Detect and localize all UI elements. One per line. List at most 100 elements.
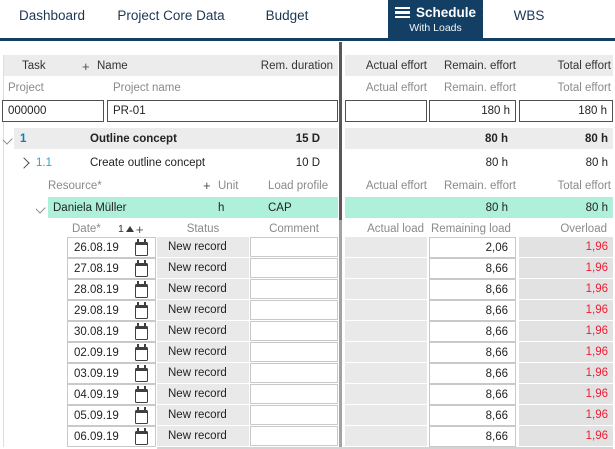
date-field[interactable]: 06.09.19 [67,426,156,447]
project-remain-effort-field[interactable]: 180 h [429,100,516,122]
remaining-load-field[interactable]: 8,66 [429,300,516,321]
overload-cell: 1,96 [519,426,613,446]
calendar-icon[interactable] [135,386,148,403]
remaining-load-field[interactable]: 8,66 [429,426,516,447]
overload-cell: 1,96 [519,405,613,425]
task-row-1[interactable]: 1 Outline concept 15 D 80 h 80 h [0,128,615,150]
comment-field[interactable] [250,363,338,383]
calendar-icon[interactable] [135,365,148,382]
remaining-load-field[interactable]: 8,66 [429,342,516,363]
date-field[interactable]: 26.08.19 [67,237,156,258]
col-header-actual-effort: Actual effort [365,60,427,72]
calendar-icon[interactable] [135,407,148,424]
comment-field[interactable] [250,321,338,341]
resource-remain-effort: 80 h [485,201,508,214]
date-field[interactable]: 27.08.19 [67,258,156,279]
remaining-load-field[interactable]: 2,06 [429,237,516,258]
resource-header-remain-effort: Remain. effort [443,179,516,192]
actual-load-cell [345,321,427,341]
calendar-icon[interactable] [135,323,148,340]
subheader-project-name: Project name [113,82,181,94]
date-field[interactable]: 03.09.19 [67,363,156,384]
resource-row-selected[interactable]: Daniela Müller h CAP 80 h 80 h [0,197,615,218]
date-field[interactable]: 02.09.19 [67,342,156,363]
comment-field[interactable] [250,384,338,404]
overload-cell: 1,96 [519,258,613,278]
tab-budget[interactable]: Budget [255,0,319,30]
calendar-icon[interactable] [135,302,148,319]
comment-field[interactable] [250,300,338,320]
resource-header-actual-effort: Actual effort [365,179,427,192]
load-header-row: Date* 1 + Status Comment Actual load Rem… [0,220,615,238]
actual-load-cell [345,237,427,257]
tab-schedule[interactable]: Schedule × With Loads [388,0,491,38]
resource-unit: h [218,201,225,214]
tabbar-underline [0,38,615,41]
date-field[interactable]: 04.09.19 [67,384,156,405]
add-load-column-button[interactable]: + [136,222,144,237]
menu-icon[interactable] [395,7,410,18]
tab-schedule-subtitle: With Loads [409,21,462,34]
comment-field[interactable] [250,405,338,425]
col-header-actual-load: Actual load [367,223,424,235]
calendar-icon[interactable] [135,281,148,298]
sort-ascending-icon [125,226,134,232]
project-row: 000000 PR-01 180 h 180 h [0,100,615,122]
subheader-project: Project [8,82,44,94]
resource-name: Daniela Müller [53,201,127,214]
load-row: 05.09.19 New record 8,66 1,96 [0,405,615,426]
actual-load-cell [345,384,427,404]
subheader-actual-effort: Actual effort [365,82,427,94]
project-actual-effort-field[interactable] [345,100,427,122]
collapse-chevron-task-1[interactable] [3,128,15,150]
col-header-overload: Overload [560,223,607,235]
comment-field[interactable] [250,426,338,446]
collapse-chevron-resource[interactable] [36,197,48,218]
remaining-load-field[interactable]: 8,66 [429,258,516,279]
remaining-load-field[interactable]: 8,66 [429,363,516,384]
status-cell: New record [157,258,249,278]
tab-dashboard[interactable]: Dashboard [12,0,92,30]
tab-wbs-label: WBS [513,7,545,23]
subheader-remain-effort: Remain. effort [443,82,516,94]
comment-field[interactable] [250,279,338,299]
task-1-1-remain-effort: 80 h [485,156,508,169]
app-window: Dashboard Project Core Data Budget Sched… [0,0,615,449]
project-id-field[interactable]: 000000 [2,100,104,122]
date-field[interactable]: 28.08.19 [67,279,156,300]
remaining-load-field[interactable]: 8,66 [429,279,516,300]
expand-chevron-task-1-1[interactable] [20,152,32,173]
tab-wbs[interactable]: WBS [503,0,555,30]
add-resource-column-button[interactable]: + [203,175,215,196]
close-icon[interactable]: × [482,4,491,21]
date-value: 03.09.19 [74,367,119,380]
remaining-load-field[interactable]: 8,66 [429,321,516,342]
calendar-icon[interactable] [135,260,148,277]
actual-load-cell [345,300,427,320]
calendar-icon[interactable] [135,428,148,445]
comment-field[interactable] [250,258,338,278]
tab-project-core-data[interactable]: Project Core Data [113,0,229,30]
project-total-effort-field[interactable]: 180 h [519,100,613,122]
project-name-field[interactable]: PR-01 [107,100,338,122]
status-cell: New record [157,279,249,299]
calendar-icon[interactable] [135,239,148,256]
remaining-load-field[interactable]: 8,66 [429,384,516,405]
calendar-icon[interactable] [135,344,148,361]
task-1-total-effort: 80 h [584,133,608,145]
comment-field[interactable] [250,342,338,362]
col-header-rem-duration: Rem. duration [260,60,333,72]
comment-field[interactable] [250,237,338,257]
add-column-button[interactable]: + [82,55,94,77]
date-value: 30.08.19 [74,325,119,338]
remaining-load-field[interactable]: 8,66 [429,405,516,426]
col-header-resource: Resource* [48,179,102,192]
sort-control[interactable]: 1 + [118,220,158,238]
date-field[interactable]: 29.08.19 [67,300,156,321]
task-1-name: Outline concept [90,133,177,145]
task-row-1-1[interactable]: 1.1 Create outline concept 10 D 80 h 80 … [0,152,615,173]
tab-budget-label: Budget [265,7,309,23]
date-field[interactable]: 05.09.19 [67,405,156,426]
resource-total-effort: 80 h [585,201,608,214]
date-field[interactable]: 30.08.19 [67,321,156,342]
